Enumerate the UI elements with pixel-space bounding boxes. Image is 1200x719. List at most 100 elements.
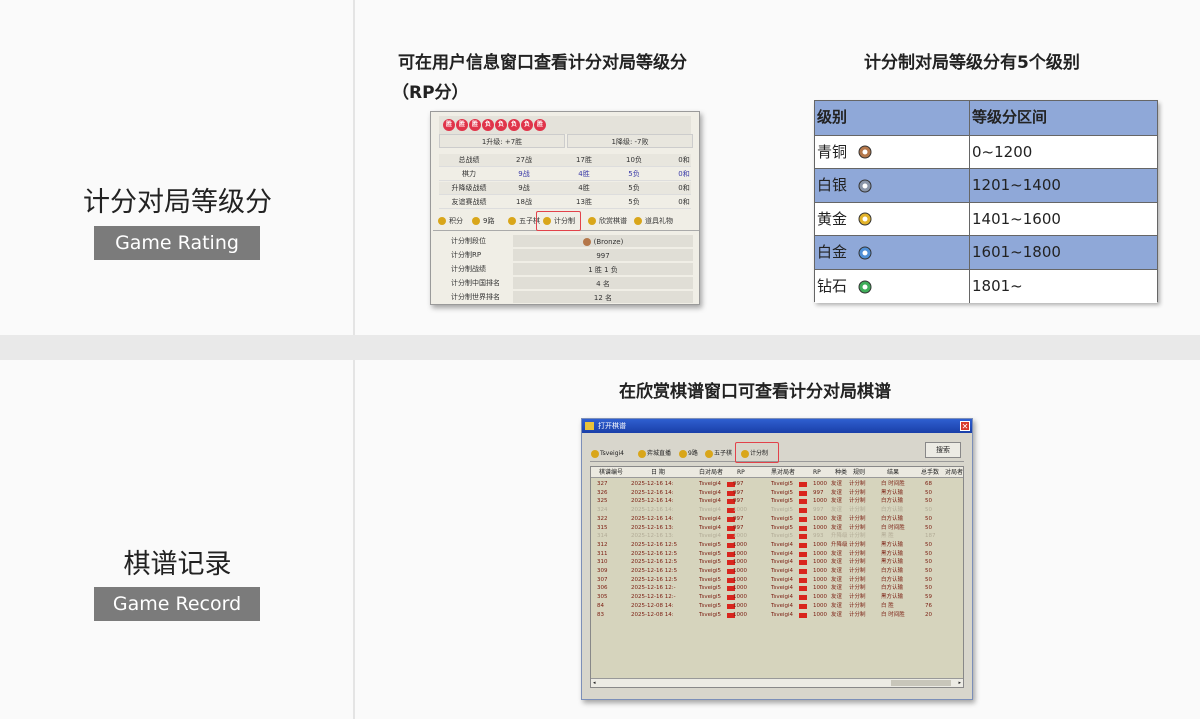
record-black: Tsveigi4 <box>771 594 793 601</box>
tier-row: 白金 1601~1800 <box>815 235 1157 269</box>
record-row[interactable]: 327 2025-12-16 14: Tsveigi4 997 Tsveigi5 1000… <box>591 480 963 489</box>
record-date: 2025-12-16 12:5 <box>631 568 678 574</box>
china-flag-icon <box>799 612 807 618</box>
tab-5[interactable]: 欣赏棋谱 <box>585 213 627 230</box>
record-black: Tsveigi5 <box>771 507 793 514</box>
tier-name: 白银 <box>817 176 848 195</box>
china-flag-icon <box>799 482 807 487</box>
tier-range: 1201~1400 <box>972 176 1061 195</box>
record-row[interactable]: 83 2025-12-08 14: Tsveigi5 1000 Tsveigi4 1000… <box>591 611 963 620</box>
scrollbar-thumb[interactable] <box>891 680 951 686</box>
record-row[interactable]: 310 2025-12-16 12:5 Tsveigi5 1000 Tsveigi4 10… <box>591 558 963 567</box>
record-moves: 50 <box>925 524 932 531</box>
tab-1[interactable]: 积分 <box>435 213 463 230</box>
scoring-stats: 计分制段位 (Bronze) 计分制RP 997 计分制战绩 1 胜 1 负计分制中国排名… <box>431 234 699 306</box>
column-header[interactable]: RP <box>737 467 745 478</box>
column-header[interactable]: 规则 <box>853 467 865 478</box>
stats-label: 总战绩 <box>458 156 480 164</box>
china-flag-icon <box>799 508 807 514</box>
record-row[interactable]: 311 2025-12-16 12:5 Tsveigi5 1000 Tsveigi4 10… <box>591 550 963 559</box>
tier-row: 黄金 1401~1600 <box>815 201 1157 236</box>
record-tab-3[interactable]: 9路 <box>678 447 698 461</box>
record-moves: 76 <box>925 602 932 609</box>
scoring-value-text: 4 名 <box>596 280 610 288</box>
column-header[interactable]: 对局者 <box>945 467 963 478</box>
column-header[interactable]: 白对局者 <box>699 467 723 478</box>
close-button[interactable]: ✕ <box>960 421 970 431</box>
column-header[interactable]: 日 期 <box>651 467 665 478</box>
column-header[interactable]: RP <box>813 467 821 478</box>
record-tab-4[interactable]: 五子棋 <box>704 447 732 461</box>
china-flag-icon <box>799 499 807 505</box>
rating-section-badge: Game Rating <box>94 226 260 260</box>
record-date: 2025-12-16 12:- <box>631 585 676 592</box>
scroll-right-icon[interactable]: ▸ <box>958 680 961 687</box>
stats-games: 9战 <box>518 184 530 192</box>
record-row[interactable]: 324 2025-12-16 14: Tsveigi4 1000 Tsveigi5 997… <box>591 506 963 515</box>
record-tab-1[interactable]: Tsveigi4 <box>590 447 624 461</box>
tier-column-divider <box>969 236 970 269</box>
column-header[interactable]: 黑对局者 <box>771 467 795 478</box>
record-row[interactable]: 314 2025-12-16 13: Tsveigi4 1000 Tsveigi5 993… <box>591 532 963 541</box>
record-row[interactable]: 315 2025-12-16 13: Tsveigi4 997 Tsveigi5 1000… <box>591 524 963 533</box>
record-rule: 计分制 <box>849 533 866 540</box>
user-info-caption: 可在用户信息窗口查看计分对局等级分 <box>398 53 687 73</box>
record-white: Tsveigi4 <box>699 515 721 522</box>
record-black: Tsveigi4 <box>771 541 793 548</box>
tab-2[interactable]: 9路 <box>469 213 494 230</box>
record-row[interactable]: 322 2025-12-16 14: Tsveigi4 997 Tsveigi5 1000… <box>591 515 963 524</box>
record-id: 84 <box>597 602 604 609</box>
record-brp: 1000 <box>813 550 827 557</box>
horizontal-scrollbar[interactable]: ◂ ▸ <box>591 678 963 687</box>
scroll-left-icon[interactable]: ◂ <box>593 680 596 687</box>
column-header[interactable]: 棋谱编号 <box>599 467 623 478</box>
record-id: 327 <box>597 481 608 487</box>
column-header[interactable]: 种类 <box>835 467 847 478</box>
bronze-medal-icon <box>858 145 872 159</box>
tier-column-divider <box>969 169 970 202</box>
tier-name: 青铜 <box>817 142 848 161</box>
tier-range: 1601~1800 <box>972 243 1061 262</box>
search-button[interactable]: 搜索 <box>925 442 961 458</box>
record-row[interactable]: 307 2025-12-16 12:5 Tsveigi5 1000 Tsveigi4 10… <box>591 576 963 585</box>
record-brp: 1000 <box>813 515 827 522</box>
record-row[interactable]: 312 2025-12-16 12:5 Tsveigi5 1000 Tsveigi4 10… <box>591 541 963 550</box>
record-row[interactable]: 305 2025-12-16 12:- Tsveigi5 1000 Tsveigi4 10… <box>591 593 963 602</box>
record-brp: 1000 <box>813 541 827 548</box>
record-tab-2[interactable]: 弈城直播 <box>637 447 671 461</box>
record-section-badge: Game Record <box>94 587 260 621</box>
tier-column-divider <box>969 270 970 303</box>
record-brp: 997 <box>813 507 824 514</box>
record-row[interactable]: 325 2025-12-16 14: Tsveigi4 997 Tsveigi5 1000… <box>591 497 963 506</box>
column-header[interactable]: 总手数 <box>921 467 939 478</box>
column-header[interactable]: 结果 <box>887 467 899 478</box>
record-brp: 997 <box>813 489 824 496</box>
record-date: 2025-12-16 12:5 <box>631 576 678 583</box>
record-kind: 友谊 <box>831 507 843 514</box>
record-wrp: 1000 <box>733 585 747 592</box>
tier-name: 钻石 <box>817 277 848 295</box>
tab-3[interactable]: 五子棋 <box>505 213 540 230</box>
record-row[interactable]: 309 2025-12-16 12:5 Tsveigi5 1000 Tsveigi4 10… <box>591 567 963 576</box>
record-kind: 友谊 <box>831 524 843 531</box>
record-result: 黑方认输 <box>881 541 904 548</box>
record-wrp: 997 <box>733 481 744 487</box>
record-row[interactable]: 326 2025-12-16 14: Tsveigi4 997 Tsveigi5 997 友… <box>591 489 963 498</box>
record-white: Tsveigi5 <box>699 568 721 574</box>
tab-6[interactable]: 道具礼物 <box>631 213 673 230</box>
record-result: 黑方认输 <box>881 594 904 601</box>
record-row[interactable]: 306 2025-12-16 12:- Tsveigi5 1000 Tsveigi4 10… <box>591 584 963 593</box>
china-flag-icon <box>799 569 807 574</box>
record-rule: 计分制 <box>849 481 866 487</box>
record-brp: 1000 <box>813 481 827 487</box>
tier-column-divider <box>969 135 970 169</box>
record-id: 315 <box>597 524 608 531</box>
record-moves: 187 <box>925 533 936 540</box>
scoring-value: 4 名 <box>513 277 693 289</box>
tier-caption: 计分制对局等级分有5个级别 <box>864 53 1080 73</box>
record-row[interactable]: 84 2025-12-08 14: Tsveigi5 1000 Tsveigi4 1000… <box>591 602 963 611</box>
tier-range: 1401~1600 <box>972 209 1061 228</box>
scoring-label: 计分制世界排名 <box>451 293 500 301</box>
record-black: Tsveigi4 <box>771 550 793 557</box>
record-id: 325 <box>597 498 608 505</box>
